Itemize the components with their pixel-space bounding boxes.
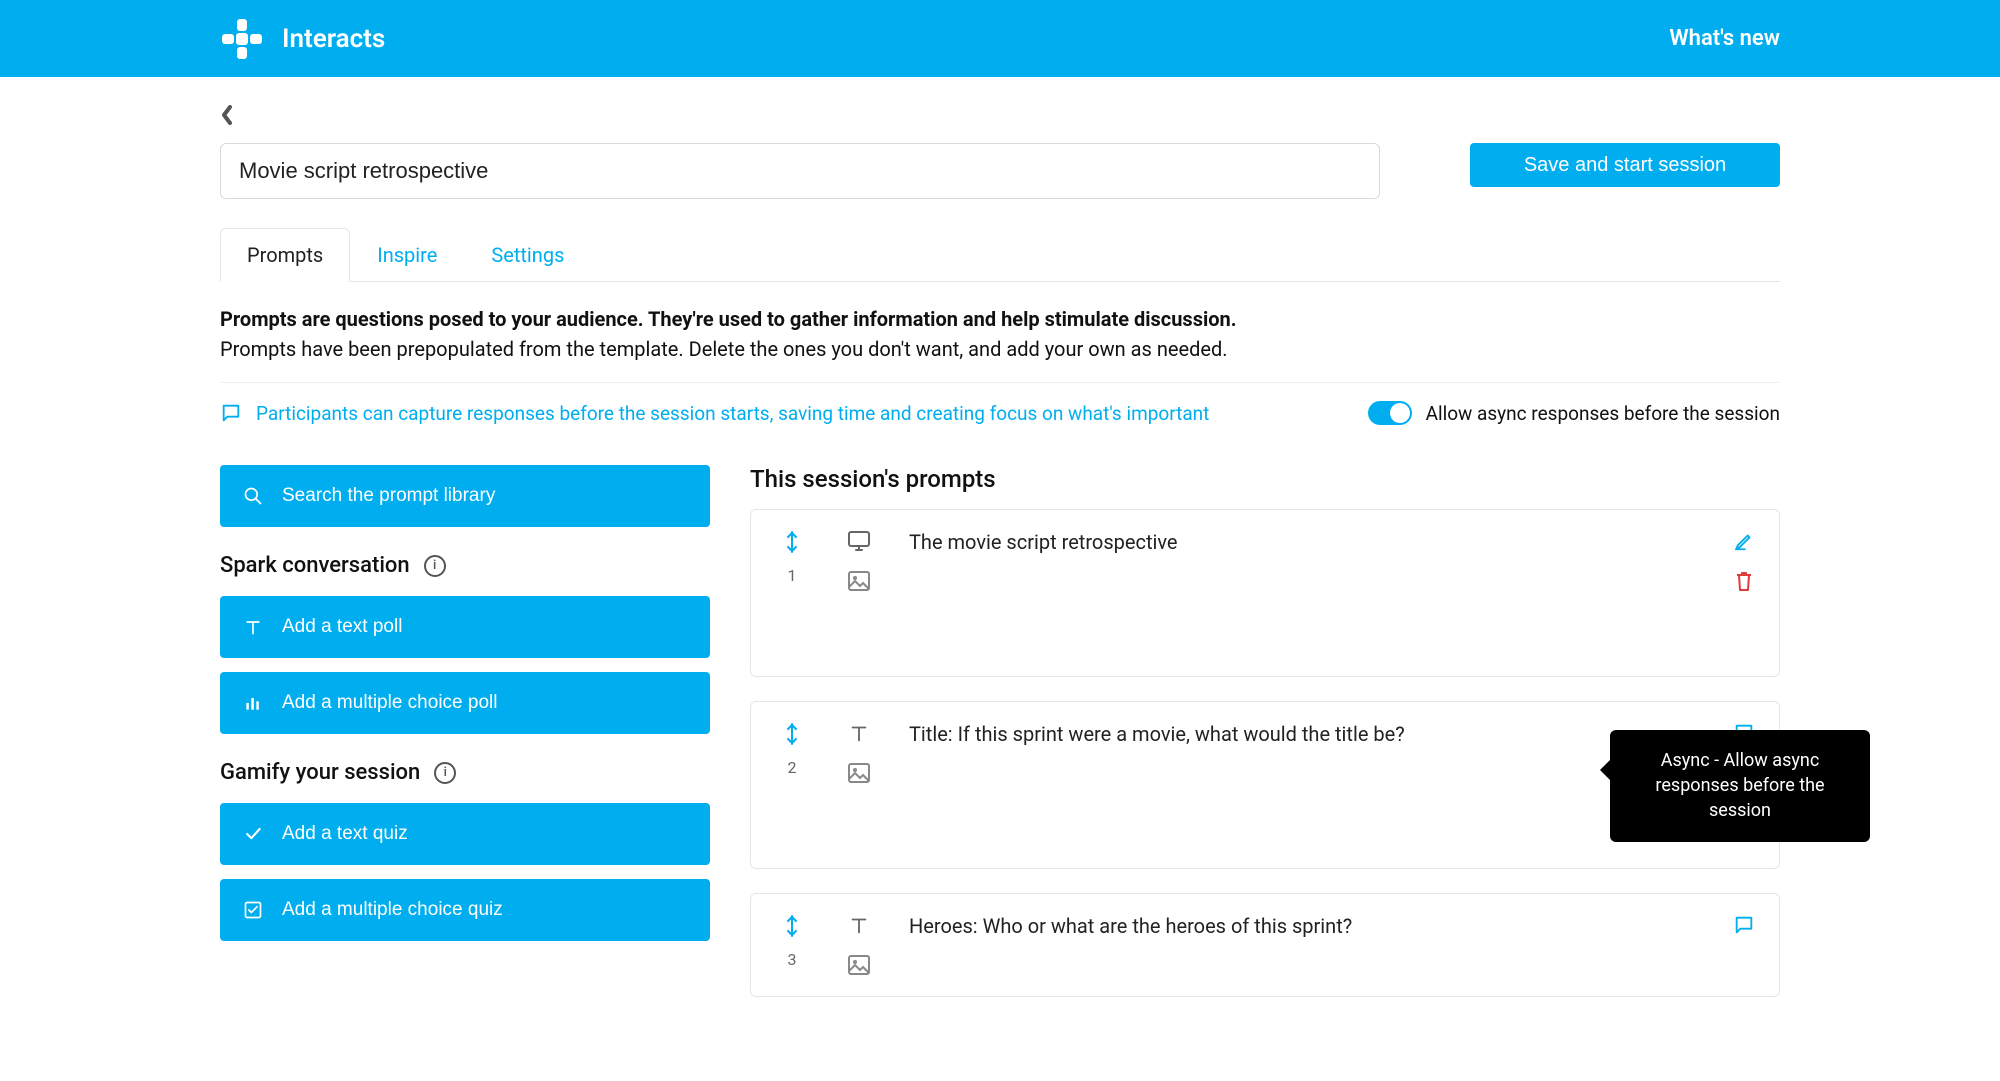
info-icon[interactable]: i — [434, 762, 456, 784]
search-icon — [242, 486, 264, 506]
content-columns: Search the prompt library Spark conversa… — [220, 465, 1780, 1021]
page-body: Save and start session Prompts Inspire S… — [0, 77, 2000, 1081]
prompt-number: 2 — [788, 758, 797, 777]
gamify-heading-text: Gamify your session — [220, 760, 420, 785]
tooltip-text: Async - Allow async responses before the… — [1655, 750, 1824, 821]
brand-logo-icon — [220, 17, 264, 61]
bar-chart-icon — [242, 693, 264, 713]
add-text-quiz-label: Add a text quiz — [282, 823, 408, 845]
prompt-number: 1 — [788, 566, 797, 585]
drag-handle-icon[interactable] — [784, 530, 800, 554]
add-text-poll-button[interactable]: Add a text poll — [220, 596, 710, 658]
text-type-icon — [848, 914, 870, 936]
drag-handle-icon[interactable] — [784, 914, 800, 938]
tab-settings[interactable]: Settings — [464, 228, 591, 282]
add-mc-poll-button[interactable]: Add a multiple choice poll — [220, 672, 710, 734]
tab-inspire[interactable]: Inspire — [350, 228, 464, 282]
divider — [220, 382, 1780, 383]
left-column: Search the prompt library Spark conversa… — [220, 465, 710, 955]
text-icon — [242, 617, 264, 637]
async-tooltip: Async - Allow async responses before the… — [1610, 730, 1870, 842]
add-text-quiz-button[interactable]: Add a text quiz — [220, 803, 710, 865]
prompt-text: The movie script retrospective — [909, 530, 1755, 656]
description-sub: Prompts have been prepopulated from the … — [220, 334, 1780, 364]
prompt-card: 1 The movie script retrospective — [750, 509, 1780, 677]
search-prompt-library-button[interactable]: Search the prompt library — [220, 465, 710, 527]
search-prompt-library-label: Search the prompt library — [282, 485, 495, 507]
async-info-row: Participants can capture responses befor… — [220, 401, 1780, 425]
checkbox-icon — [242, 900, 264, 920]
session-prompts-heading: This session's prompts — [750, 465, 1780, 493]
add-mc-quiz-button[interactable]: Add a multiple choice quiz — [220, 879, 710, 941]
add-text-poll-label: Add a text poll — [282, 616, 402, 638]
chat-icon — [220, 402, 242, 424]
add-mc-quiz-label: Add a multiple choice quiz — [282, 899, 503, 921]
chevron-left-icon[interactable] — [220, 105, 1780, 125]
monitor-icon — [847, 530, 871, 552]
spark-heading-text: Spark conversation — [220, 553, 410, 578]
image-icon — [847, 954, 871, 976]
delete-icon[interactable] — [1734, 570, 1754, 592]
async-info-text: Participants can capture responses befor… — [256, 402, 1209, 425]
info-icon[interactable]: i — [424, 555, 446, 577]
edit-icon[interactable] — [1733, 530, 1755, 552]
description: Prompts are questions posed to your audi… — [220, 304, 1780, 364]
drag-handle-icon[interactable] — [784, 722, 800, 746]
async-chat-icon[interactable] — [1733, 914, 1755, 936]
async-info-right: Allow async responses before the session — [1368, 401, 1780, 425]
top-bar: Interacts What's new — [0, 0, 2000, 77]
tabs: Prompts Inspire Settings — [220, 227, 1780, 282]
async-info-left: Participants can capture responses befor… — [220, 402, 1209, 425]
tab-prompts[interactable]: Prompts — [220, 228, 350, 282]
add-mc-poll-label: Add a multiple choice poll — [282, 692, 497, 714]
image-icon — [847, 762, 871, 784]
image-icon — [847, 570, 871, 592]
session-title-input[interactable] — [220, 143, 1380, 199]
async-toggle[interactable] — [1368, 401, 1412, 425]
text-type-icon — [848, 722, 870, 744]
collapse-panel — [220, 105, 1780, 125]
gamify-heading: Gamify your session i — [220, 760, 710, 785]
title-row: Save and start session — [220, 143, 1780, 199]
async-toggle-label: Allow async responses before the session — [1426, 402, 1780, 425]
prompt-text: Heroes: Who or what are the heroes of th… — [909, 914, 1755, 976]
brand: Interacts — [220, 17, 385, 61]
save-start-button[interactable]: Save and start session — [1470, 143, 1780, 187]
spark-conversation-heading: Spark conversation i — [220, 553, 710, 578]
prompt-card: 3 Heroes: Who or what are the heroes of … — [750, 893, 1780, 997]
description-heading: Prompts are questions posed to your audi… — [220, 304, 1780, 334]
check-icon — [242, 824, 264, 844]
prompt-number: 3 — [788, 950, 797, 969]
brand-name: Interacts — [282, 24, 385, 54]
whats-new-link[interactable]: What's new — [1669, 26, 1780, 51]
